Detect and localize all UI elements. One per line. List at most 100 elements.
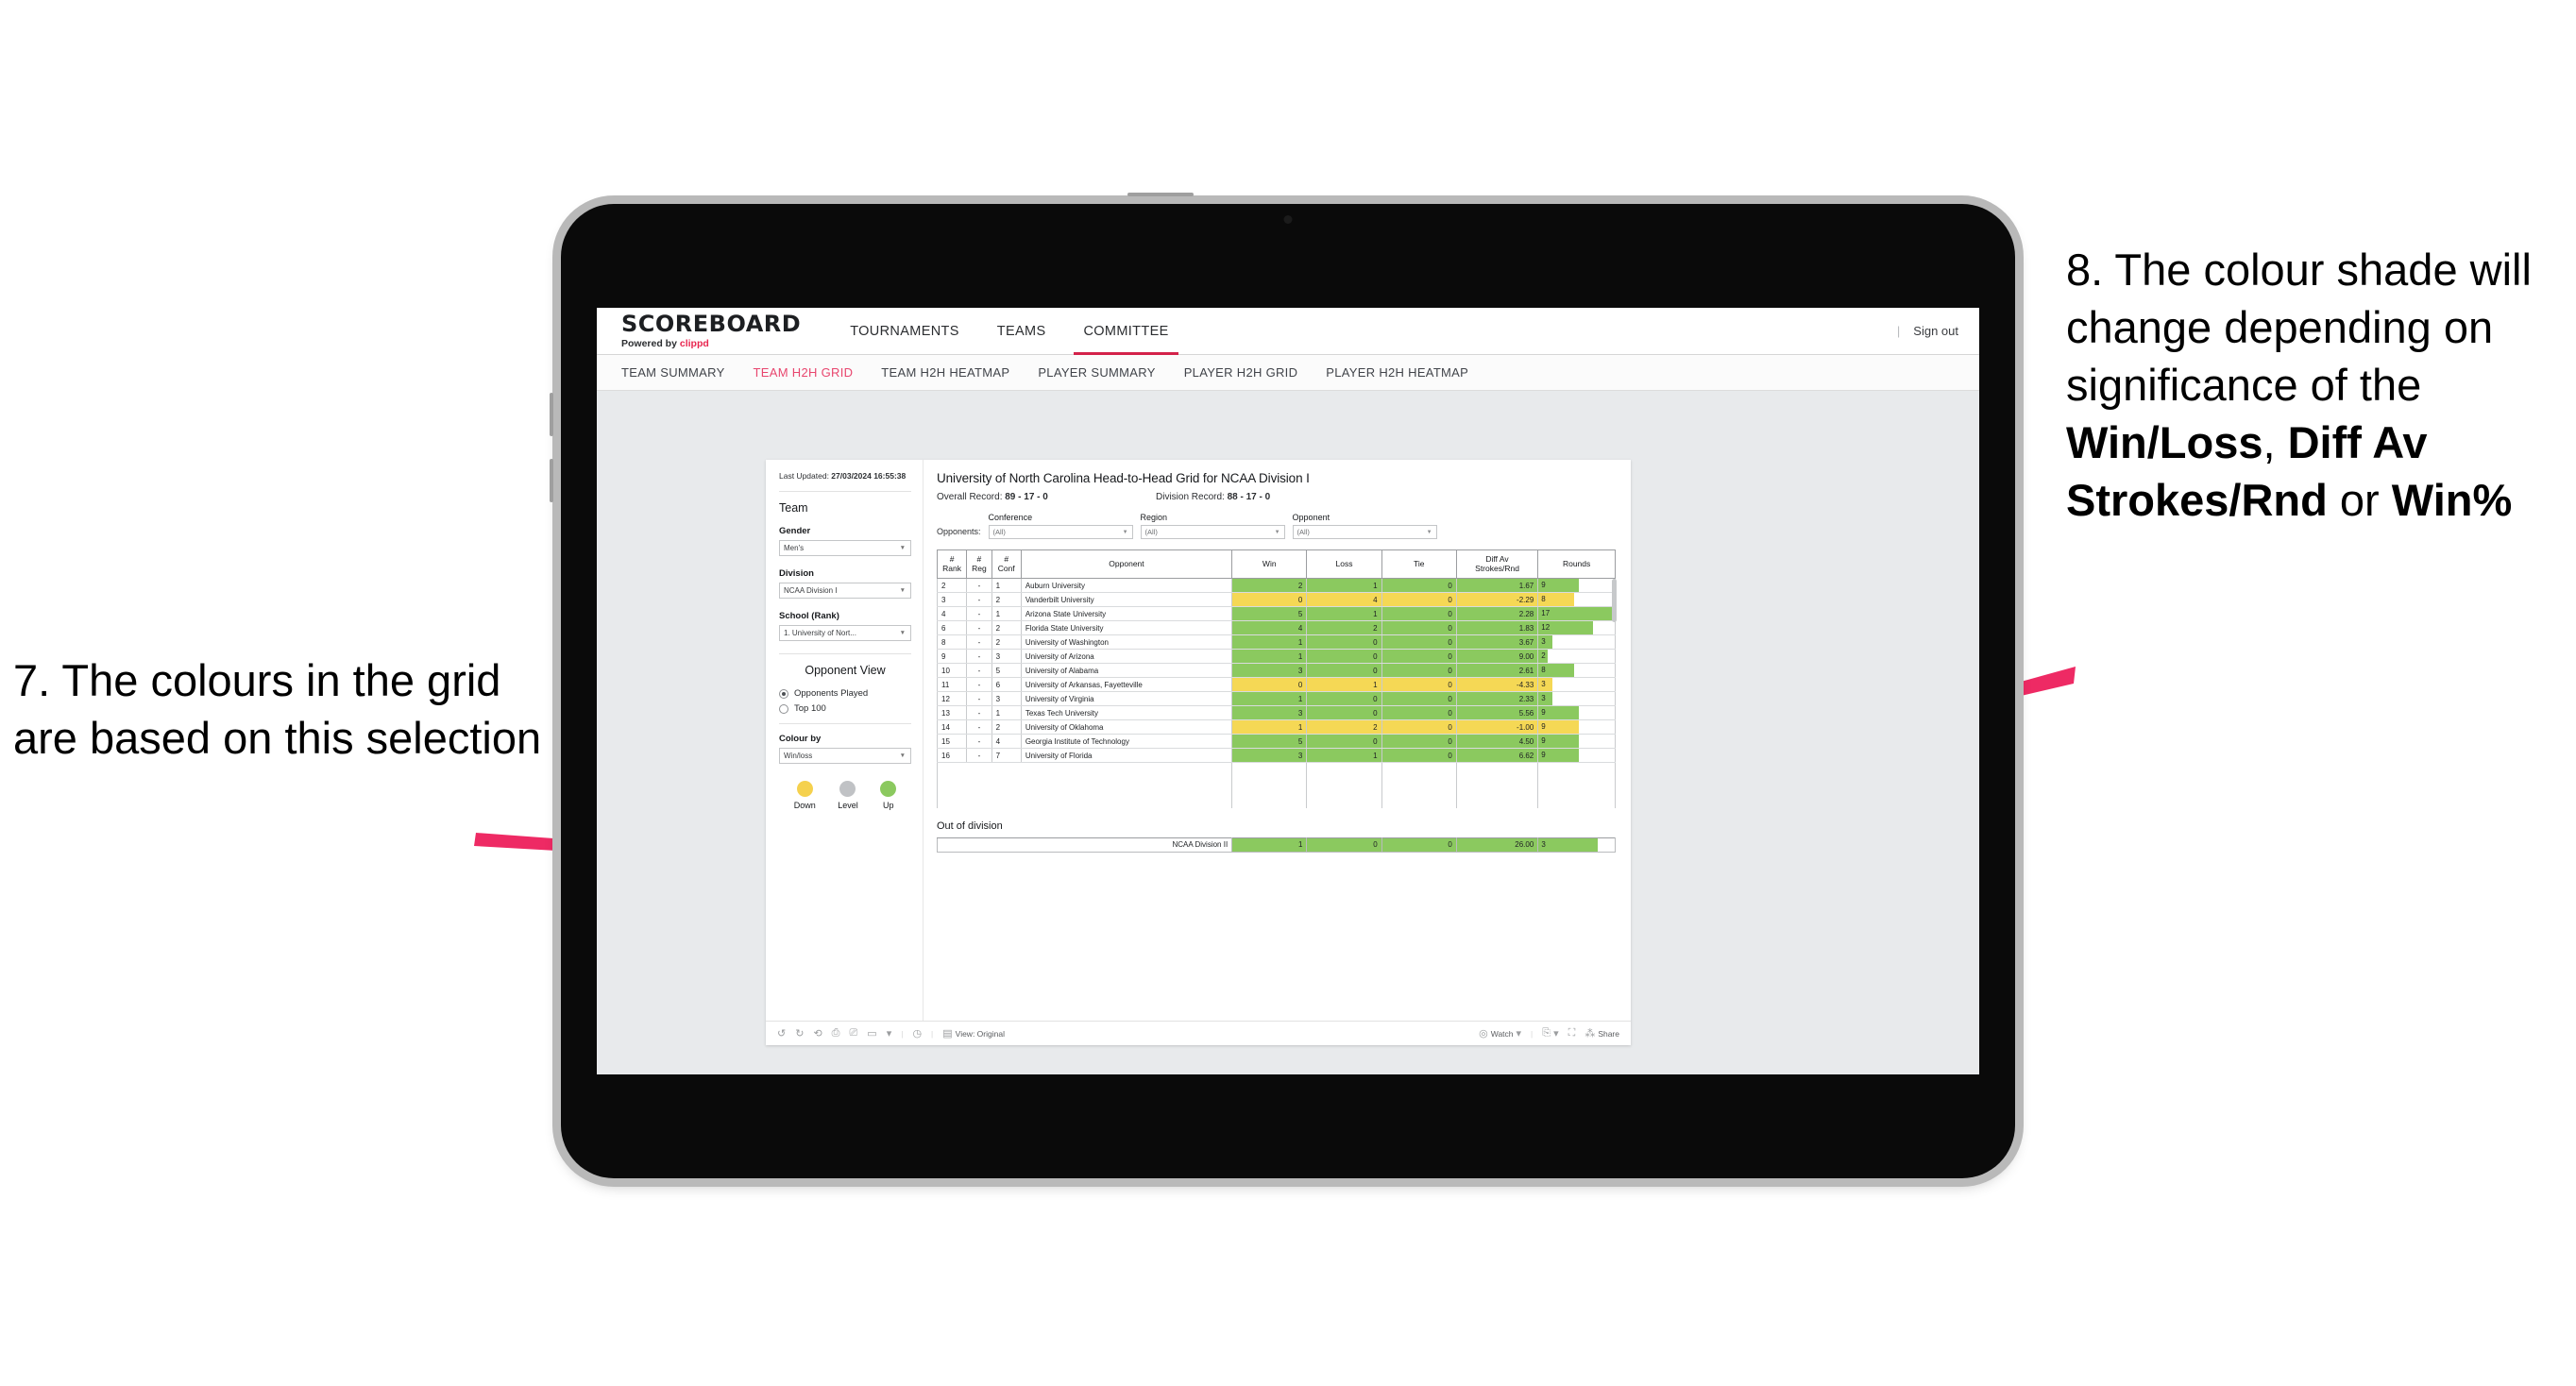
nav-committee[interactable]: COMMITTEE: [1064, 308, 1187, 355]
table-row[interactable]: 10-5 University of Alabama 3 0 0 2.61 8: [936, 663, 1616, 678]
ood-rounds-value: 3: [1541, 839, 1546, 849]
gender-select[interactable]: Men's ▼: [779, 540, 911, 557]
custom-views-icon[interactable]: ▭: [867, 1027, 876, 1040]
clock-history-icon[interactable]: ◷: [912, 1027, 922, 1040]
chevron-down-icon: ▼: [899, 630, 906, 637]
radio-top-100[interactable]: Top 100: [779, 703, 911, 714]
cell-loss: 0: [1306, 734, 1382, 749]
empty-rounds: [1537, 777, 1616, 793]
rounds-value: 9: [1541, 722, 1546, 731]
table-scrollbar[interactable]: [1612, 579, 1617, 622]
cell-reg: -: [966, 592, 992, 607]
legend-item-down: Down: [794, 781, 816, 810]
table-row[interactable]: 8-2 University of Washington 1 0 0 3.67 3: [936, 634, 1616, 650]
col-conf[interactable]: # Conf: [991, 549, 1022, 579]
cell-loss: 1: [1306, 578, 1382, 593]
col-reg[interactable]: # Reg: [966, 549, 992, 579]
division-select[interactable]: NCAA Division I ▼: [779, 583, 911, 600]
refresh-icon[interactable]: ⎙: [832, 1027, 840, 1040]
table-row[interactable]: 4-1 Arizona State University 5 1 0 2.28 17: [936, 606, 1616, 621]
cell-opponent: Arizona State University: [1020, 606, 1233, 621]
colour-by-value: Win/loss: [784, 752, 813, 761]
col-rounds[interactable]: Rounds: [1537, 549, 1616, 579]
school-select[interactable]: 1. University of Nort... ▼: [779, 625, 911, 642]
empty-win: [1231, 777, 1308, 793]
cell-loss: 0: [1306, 691, 1382, 706]
table-body: 2-1 Auburn University 2 1 0 1.67 9 3-2 Vanderbil…: [936, 578, 1616, 808]
chevron-down-icon: ▼: [1122, 529, 1128, 535]
share-button[interactable]: ⁂ Share: [1585, 1027, 1619, 1040]
empty-tie: [1381, 792, 1457, 808]
chevron-down-icon[interactable]: ▾: [887, 1027, 892, 1040]
cell-diff: 1.83: [1455, 620, 1539, 635]
subnav-player-h2h-heatmap[interactable]: PLAYER H2H HEATMAP: [1326, 365, 1468, 380]
table-row[interactable]: 3-2 Vanderbilt University 0 4 0 -2.29 8: [936, 592, 1616, 607]
watch-button[interactable]: ◎ Watch ▾: [1479, 1027, 1521, 1040]
rounds-value: 3: [1541, 637, 1546, 646]
cell-reg: -: [966, 606, 992, 621]
col-diff-av-strokes[interactable]: Diff Av Strokes/Rnd: [1455, 549, 1539, 579]
cell-tie: 0: [1381, 634, 1457, 650]
grid-main-panel: University of North Carolina Head-to-Hea…: [924, 460, 1631, 1021]
undo-icon[interactable]: ↺: [777, 1027, 786, 1040]
table-row[interactable]: 12-3 University of Virginia 1 0 0 2.33 3: [936, 691, 1616, 706]
cell-diff: 1.67: [1455, 578, 1539, 593]
pause-updates-icon[interactable]: ⎚: [849, 1027, 857, 1040]
division-value: NCAA Division I: [784, 586, 838, 596]
fullscreen-icon[interactable]: ⛶: [1568, 1027, 1576, 1040]
cell-win: 2: [1231, 578, 1308, 593]
cell-win: 1: [1231, 719, 1308, 735]
conference-select[interactable]: (All) ▼: [988, 525, 1133, 539]
cell-tie: 0: [1381, 649, 1457, 664]
subnav-team-summary[interactable]: TEAM SUMMARY: [621, 365, 725, 380]
revert-icon[interactable]: ⟲: [813, 1027, 822, 1040]
subnav-player-summary[interactable]: PLAYER SUMMARY: [1038, 365, 1155, 380]
signout-divider: |: [1896, 324, 1901, 338]
table-row[interactable]: NCAA Division II 1 0 0 26.00 3: [936, 837, 1616, 853]
col-tie[interactable]: Tie: [1381, 549, 1457, 579]
table-row[interactable]: 6-2 Florida State University 4 2 0 1.83 12: [936, 620, 1616, 635]
screenshot-canvas: 7. The colours in the grid are based on …: [0, 0, 2576, 1386]
cell-win: 3: [1231, 663, 1308, 678]
radio-opponents-played[interactable]: Opponents Played: [779, 688, 911, 699]
col-opponent[interactable]: Opponent: [1020, 549, 1233, 579]
region-select[interactable]: (All) ▼: [1140, 525, 1285, 539]
col-reg-l2: Reg: [972, 563, 987, 573]
empty-loss: [1306, 762, 1382, 778]
table-row[interactable]: 15-4 Georgia Institute of Technology 5 0 0 4.…: [936, 734, 1616, 749]
subnav-player-h2h-grid[interactable]: PLAYER H2H GRID: [1184, 365, 1298, 380]
sign-out-button[interactable]: | Sign out: [1897, 324, 1979, 338]
rounds-value: 9: [1541, 736, 1546, 745]
table-row[interactable]: 2-1 Auburn University 2 1 0 1.67 9: [936, 578, 1616, 593]
colour-by-select[interactable]: Win/loss ▼: [779, 748, 911, 765]
col-diff-l2: Strokes/Rnd: [1475, 563, 1519, 573]
table-row[interactable]: 16-7 University of Florida 3 1 0 6.62 9: [936, 748, 1616, 763]
cell-reg: -: [966, 578, 992, 593]
cell-tie: 0: [1381, 663, 1457, 678]
cell-rounds: 3: [1537, 691, 1616, 706]
last-updated-label: Last Updated:: [779, 471, 832, 481]
secondary-nav: TEAM SUMMARY TEAM H2H GRID TEAM H2H HEAT…: [597, 355, 1979, 391]
cell-conf: 1: [991, 606, 1022, 621]
col-win[interactable]: Win: [1231, 549, 1308, 579]
ood-loss: 0: [1306, 837, 1382, 853]
subnav-team-h2h-heatmap[interactable]: TEAM H2H HEATMAP: [881, 365, 1009, 380]
table-row[interactable]: 14-2 University of Oklahoma 1 2 0 -1.00 9: [936, 719, 1616, 735]
view-original-button[interactable]: ▤ View: Original: [942, 1027, 1005, 1040]
out-of-division-body: NCAA Division II 1 0 0 26.00 3: [936, 837, 1616, 853]
col-loss[interactable]: Loss: [1306, 549, 1382, 579]
empty-rounds: [1537, 762, 1616, 778]
table-row[interactable]: 9-3 University of Arizona 1 0 0 9.00 2: [936, 649, 1616, 664]
table-row[interactable]: 13-1 Texas Tech University 3 0 0 5.56 9: [936, 705, 1616, 720]
redo-icon[interactable]: ↻: [795, 1027, 804, 1040]
cell-opponent: Auburn University: [1020, 578, 1233, 593]
opponent-select[interactable]: (All) ▼: [1292, 525, 1437, 539]
table-row[interactable]: 11-6 University of Arkansas, Fayetteville…: [936, 677, 1616, 692]
nav-teams[interactable]: TEAMS: [978, 308, 1065, 354]
cell-rank: 13: [936, 705, 968, 720]
nav-tournaments[interactable]: TOURNAMENTS: [831, 308, 978, 354]
download-button[interactable]: ⎘ ▾: [1542, 1027, 1558, 1040]
app-logo[interactable]: SCOREBOARD Powered by clippd: [597, 313, 825, 349]
subnav-team-h2h-grid[interactable]: TEAM H2H GRID: [754, 365, 854, 380]
col-rank[interactable]: # Rank: [936, 549, 968, 579]
